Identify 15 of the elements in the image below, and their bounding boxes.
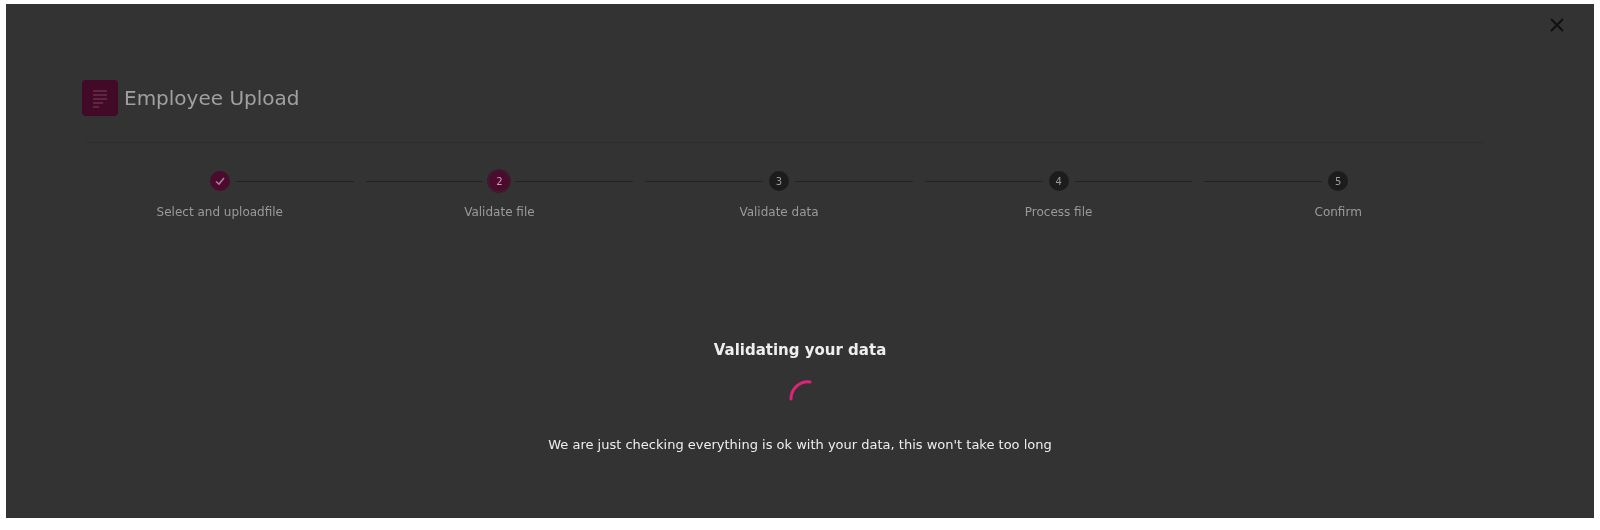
step-number: 5 (1328, 171, 1349, 191)
step-label: Confirm (1314, 205, 1362, 219)
step-label: Select and uploadfile (156, 205, 283, 219)
step-label: Process file (1024, 205, 1093, 219)
step-label: Validate file (464, 205, 535, 219)
loading-title: Validating your data (713, 341, 887, 359)
loading-spinner-icon (788, 379, 812, 401)
step-number: 2 (489, 171, 510, 191)
step-number: 3 (769, 171, 789, 191)
page-title: Employee Upload (124, 86, 300, 110)
close-icon[interactable] (1550, 18, 1564, 32)
step-label: Validate data (739, 205, 819, 219)
step-number: 4 (1048, 171, 1069, 191)
loading-message: We are just checking everything is ok with your data, this won't take too long (548, 437, 1052, 452)
document-lines-icon (82, 80, 118, 116)
